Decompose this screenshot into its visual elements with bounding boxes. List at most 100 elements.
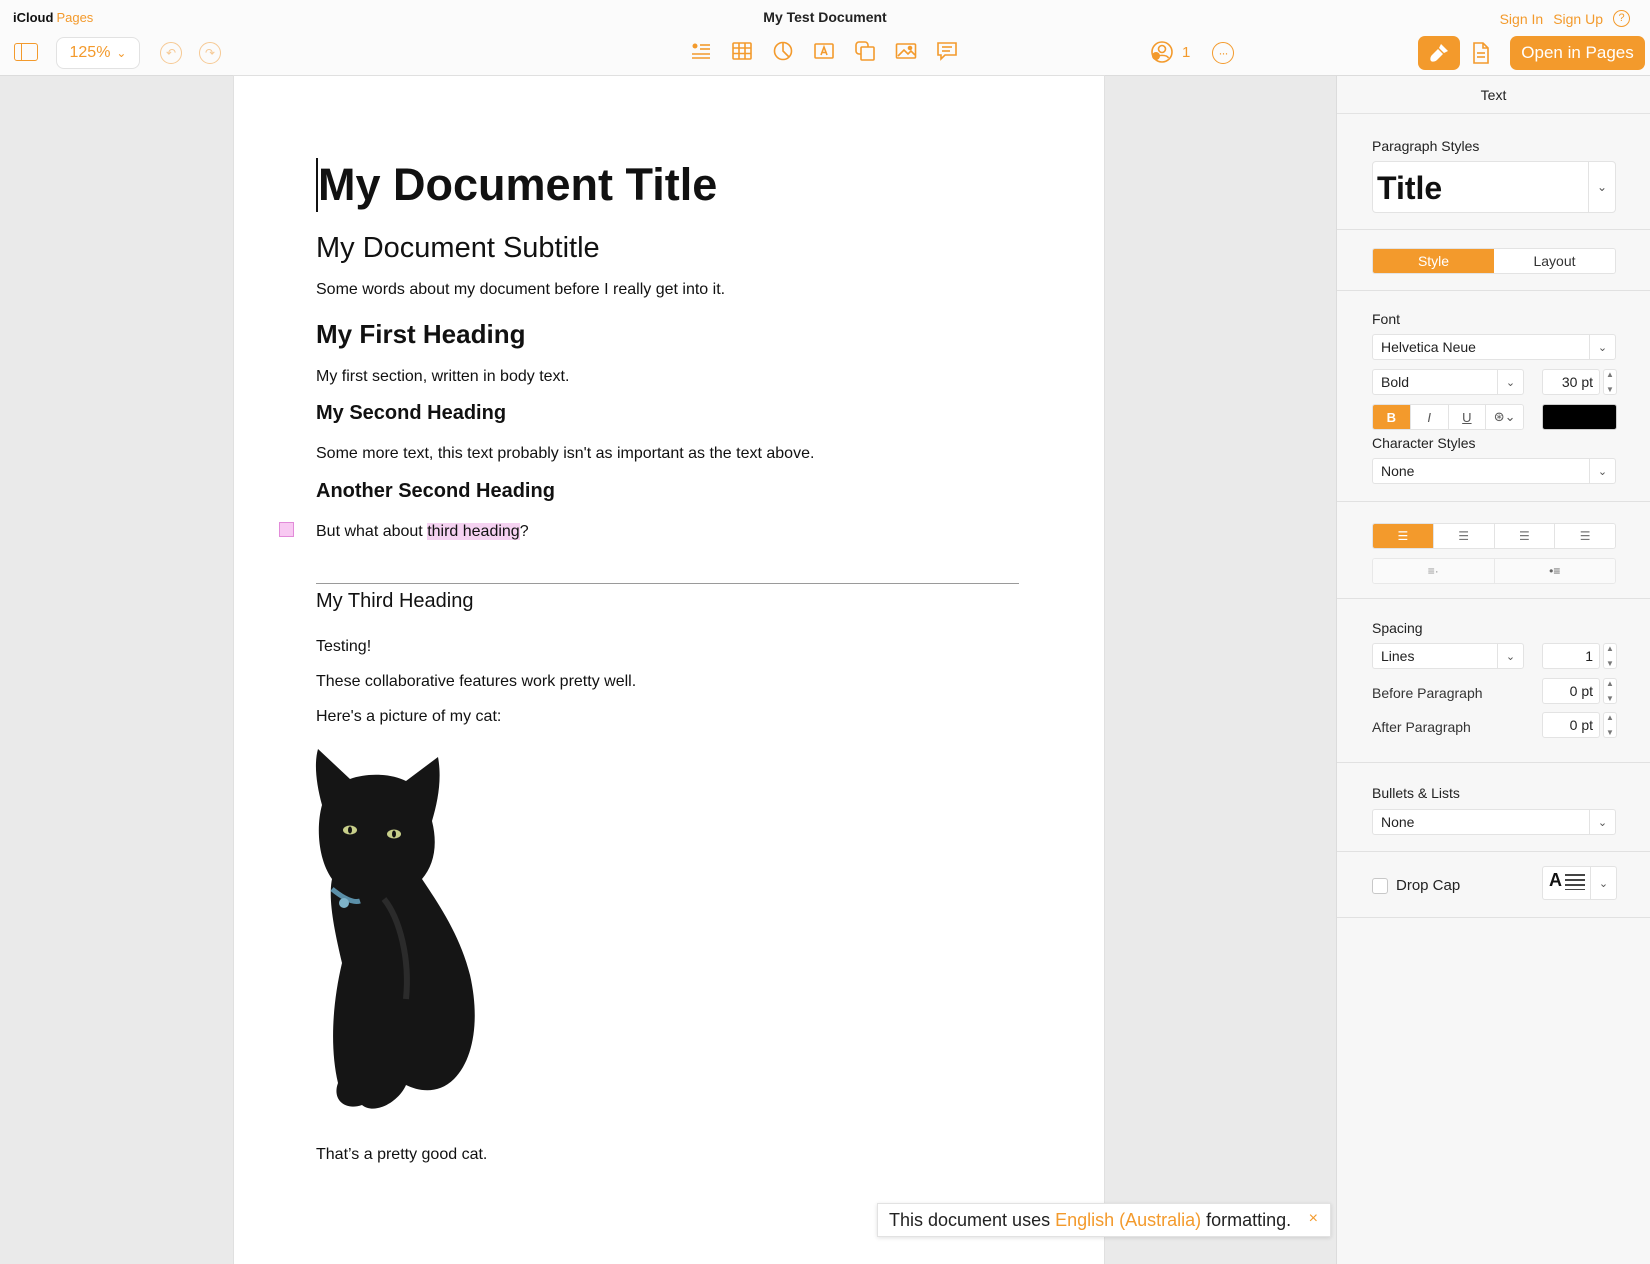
font-weight-select[interactable]: Bold ⌄ — [1372, 369, 1524, 395]
drop-cap-label: Drop Cap — [1396, 877, 1461, 894]
drop-cap-glyph: A — [1549, 870, 1562, 890]
alignment-buttons: ☰ ☰ ☰ ☰ — [1372, 523, 1616, 549]
drop-cap-checkbox[interactable] — [1372, 878, 1388, 894]
after-paragraph-stepper[interactable]: ▲ ▼ — [1603, 712, 1617, 738]
zoom-select[interactable]: 125% ⌄ — [56, 37, 140, 69]
italic-button[interactable]: I — [1410, 405, 1449, 429]
doc-subtitle-text[interactable]: My Document Subtitle — [316, 232, 600, 265]
divider — [1337, 598, 1650, 599]
underline-button[interactable]: U — [1448, 405, 1487, 429]
align-justify-icon[interactable]: ☰ — [1555, 524, 1615, 548]
paragraph-style-select[interactable]: Title ⌄ — [1372, 161, 1616, 213]
sidebar-toggle-icon[interactable] — [14, 43, 38, 61]
before-paragraph-stepper[interactable]: ▲ ▼ — [1603, 678, 1617, 704]
document-settings-icon[interactable] — [1470, 40, 1492, 66]
collaborate-button[interactable]: 1 — [1150, 40, 1190, 64]
inspector-tab-text[interactable]: Text — [1337, 76, 1650, 114]
align-right-icon[interactable]: ☰ — [1494, 524, 1556, 548]
font-size-stepper[interactable]: ▲ ▼ — [1603, 369, 1617, 395]
increase-indent-icon[interactable]: •≡ — [1494, 559, 1615, 583]
heading-second[interactable]: My Second Heading — [316, 402, 506, 425]
paragraph-style-value: Title — [1377, 170, 1443, 206]
divider — [1337, 762, 1650, 763]
text-box-icon[interactable] — [813, 40, 835, 62]
cat-photo[interactable] — [314, 749, 484, 1114]
chevron-down-icon: ⌄ — [1589, 459, 1615, 483]
doc-title-text[interactable]: My Document Title — [316, 158, 717, 212]
after-paragraph-label: After Paragraph — [1372, 719, 1471, 735]
shape-icon[interactable] — [854, 40, 876, 62]
decrease-indent-icon[interactable]: ≡· — [1373, 559, 1495, 583]
align-center-icon[interactable]: ☰ — [1433, 524, 1495, 548]
indent-buttons: ≡· •≡ — [1372, 558, 1616, 584]
line-testing[interactable]: Testing! — [316, 638, 371, 656]
heading-third[interactable]: My Third Heading — [316, 590, 473, 613]
font-family-select[interactable]: Helvetica Neue ⌄ — [1372, 334, 1616, 360]
divider — [1337, 229, 1650, 230]
locale-link[interactable]: English (Australia) — [1055, 1210, 1201, 1231]
comment-line-prefix: But what about — [316, 523, 428, 540]
sign-in-link[interactable]: Sign In — [1500, 11, 1544, 27]
more-icon[interactable]: ··· — [1212, 42, 1234, 64]
heading-another-second[interactable]: Another Second Heading — [316, 480, 555, 503]
bullets-value: None — [1381, 814, 1415, 830]
brand-pages: Pages — [56, 10, 94, 25]
line-spacing-stepper[interactable]: ▲ ▼ — [1603, 643, 1617, 669]
bullets-select[interactable]: None ⌄ — [1372, 809, 1616, 835]
top-bar: iCloud Pages My Test Document Sign In Sig… — [0, 0, 1650, 76]
intro-text[interactable]: Some words about my document before I re… — [316, 281, 725, 299]
spacing-mode-select[interactable]: Lines ⌄ — [1372, 643, 1524, 669]
format-paintbrush-icon[interactable] — [1418, 36, 1460, 70]
comment-line[interactable]: But what about third heading? — [316, 523, 529, 541]
highlighted-comment-text[interactable]: third heading — [427, 523, 520, 540]
undo-icon[interactable]: ↶ — [160, 42, 182, 64]
drop-cap-style-select[interactable]: A ⌄ — [1542, 866, 1617, 900]
insert-toolbar — [690, 40, 958, 62]
comment-marker-icon[interactable] — [279, 522, 294, 537]
help-icon[interactable]: ? — [1613, 10, 1630, 27]
locale-notice-suffix: formatting. — [1206, 1209, 1292, 1230]
close-icon[interactable]: × — [1309, 1210, 1318, 1228]
align-left-icon[interactable]: ☰ — [1373, 524, 1434, 548]
line-after-picture[interactable]: That’s a pretty good cat. — [316, 1146, 487, 1164]
heading-first[interactable]: My First Heading — [316, 319, 525, 350]
line-picture[interactable]: Here's a picture of my cat: — [316, 708, 501, 726]
comment-icon[interactable] — [936, 40, 958, 62]
tab-style[interactable]: Style — [1373, 249, 1494, 273]
table-icon[interactable] — [731, 40, 753, 62]
style-layout-tabs: Style Layout — [1372, 248, 1616, 274]
brand: iCloud Pages — [13, 10, 93, 25]
bold-button[interactable]: B — [1373, 405, 1411, 429]
collaborate-icon — [1151, 41, 1173, 63]
chevron-down-icon: ⌄ — [1589, 335, 1615, 359]
body-second[interactable]: Some more text, this text probably isn't… — [316, 445, 814, 463]
sign-up-link[interactable]: Sign Up — [1553, 11, 1603, 27]
text-color-swatch[interactable] — [1542, 404, 1617, 430]
open-in-pages-button[interactable]: Open in Pages — [1510, 36, 1645, 70]
chevron-down-icon: ⌄ — [116, 46, 127, 60]
document-page[interactable]: My Document Title My Document Subtitle S… — [234, 76, 1104, 1264]
line-spacing-field[interactable]: 1 — [1542, 643, 1600, 669]
character-style-select[interactable]: None ⌄ — [1372, 458, 1616, 484]
redo-icon[interactable]: ↷ — [199, 42, 221, 64]
chevron-down-icon: ⌄ — [1497, 644, 1523, 668]
media-icon[interactable] — [895, 40, 917, 62]
document-title: My Test Document — [763, 9, 887, 25]
auth-links: Sign In Sign Up ? — [1500, 10, 1630, 27]
line-collab[interactable]: These collaborative features work pretty… — [316, 673, 636, 691]
paragraph-styles-label: Paragraph Styles — [1372, 138, 1480, 154]
locale-notice-prefix: This document uses — [889, 1209, 1051, 1230]
chart-icon[interactable] — [772, 40, 794, 62]
body-first[interactable]: My first section, written in body text. — [316, 368, 569, 386]
text-list-icon[interactable] — [690, 40, 712, 62]
spacing-mode-value: Lines — [1381, 648, 1415, 664]
after-paragraph-field[interactable]: 0 pt — [1542, 712, 1600, 738]
chevron-down-icon: ⌄ — [1590, 867, 1616, 899]
tab-layout[interactable]: Layout — [1494, 249, 1615, 273]
text-options-icon[interactable]: ⊛⌄ — [1486, 405, 1523, 429]
font-size-field[interactable]: 30 pt — [1542, 369, 1600, 395]
before-paragraph-field[interactable]: 0 pt — [1542, 678, 1600, 704]
zoom-value: 125% — [69, 44, 111, 61]
collaborator-count: 1 — [1182, 43, 1191, 61]
brand-icloud: iCloud — [13, 10, 54, 25]
